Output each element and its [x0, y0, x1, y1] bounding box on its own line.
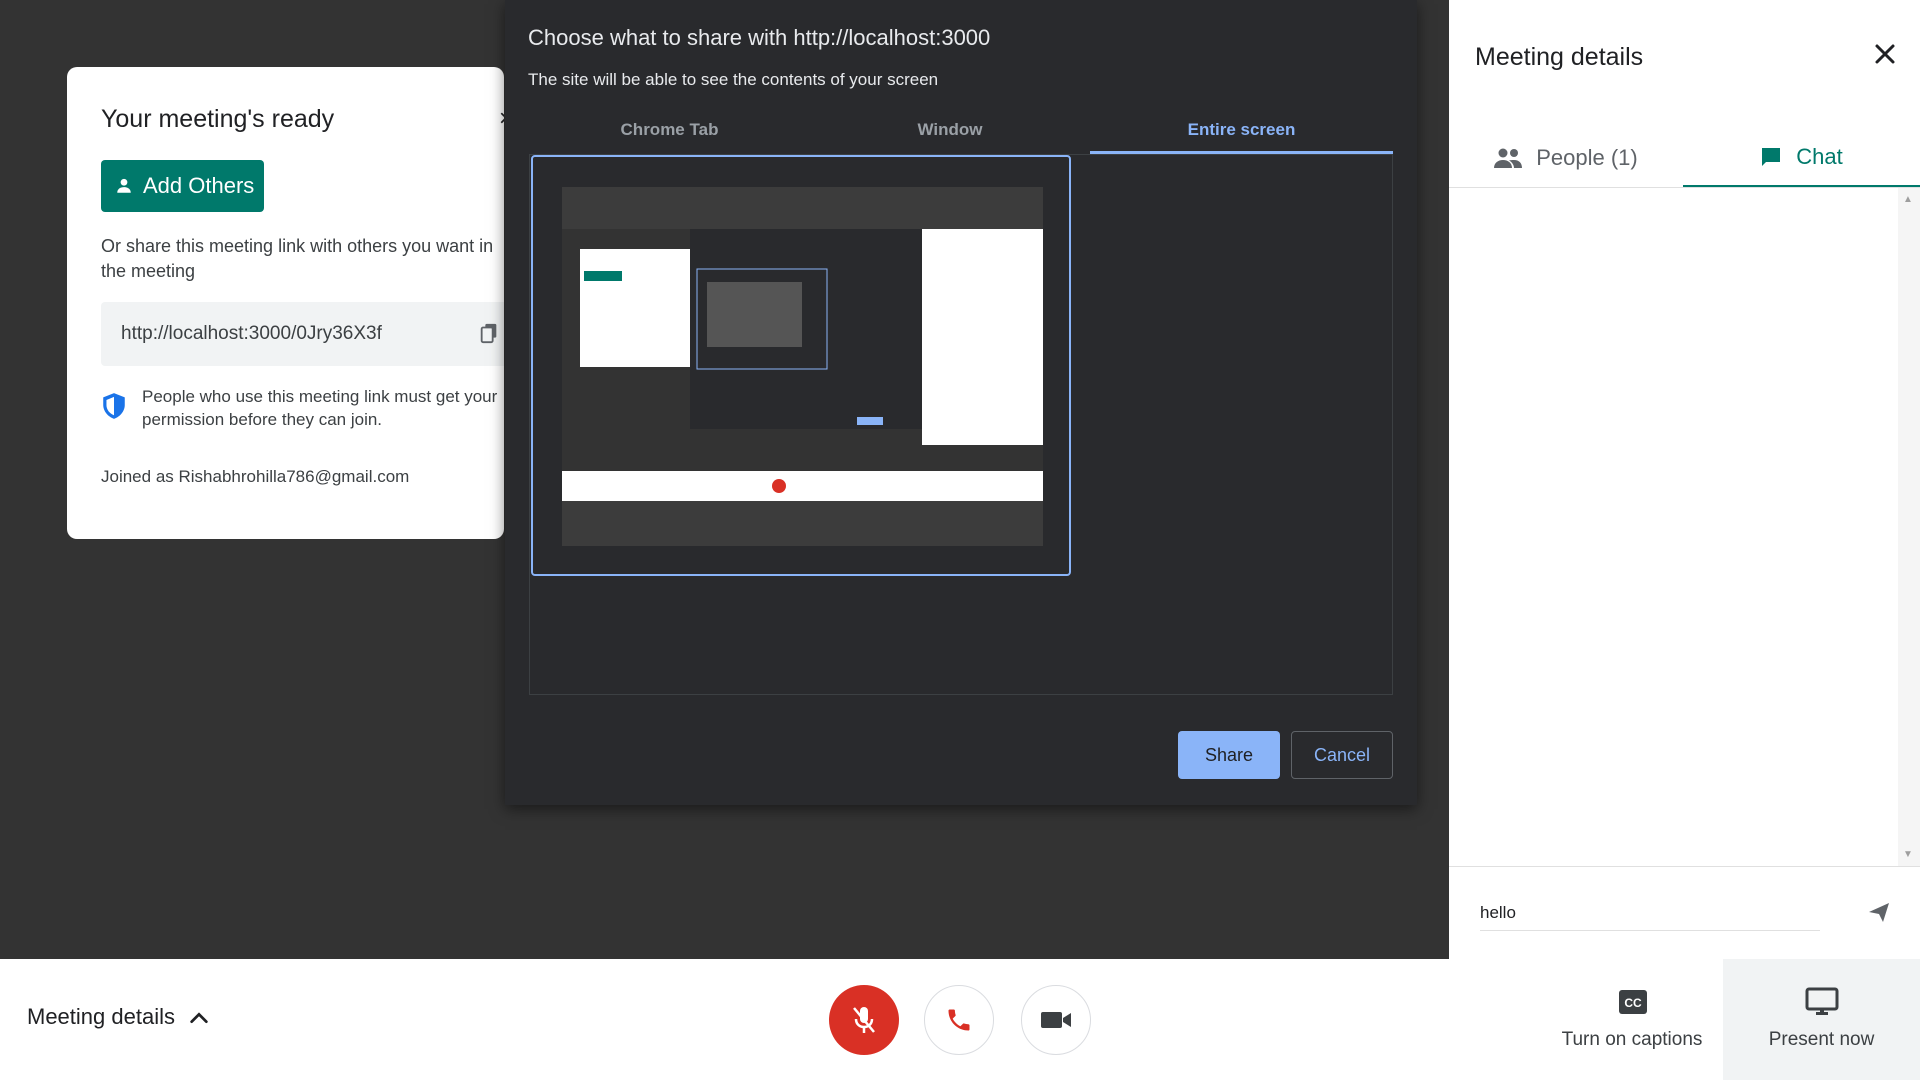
captions-icon-text: CC: [1624, 996, 1642, 1010]
close-icon[interactable]: ×: [499, 105, 504, 133]
bottom-control-bar: Meeting details CC Turn on captions Pres…: [0, 959, 1920, 1080]
send-icon[interactable]: [1867, 900, 1891, 924]
chat-tab-label: Chat: [1796, 143, 1843, 169]
chat-scrollbar[interactable]: ▲ ▼: [1898, 188, 1920, 866]
screen-preview-image: [562, 187, 1043, 546]
video-camera-icon: [1041, 1012, 1071, 1028]
meeting-details-panel: Meeting details People (1) Chat ▲ ▼: [1449, 0, 1920, 959]
tabs-divider: [1449, 187, 1920, 188]
chevron-up-icon[interactable]: [188, 1007, 210, 1029]
meeting-link: http://localhost:3000/0Jry36X3f: [121, 323, 382, 344]
share-source-tabs: Chrome Tab Window Entire screen: [529, 114, 1393, 154]
cancel-button[interactable]: Cancel: [1291, 731, 1393, 779]
captions-button[interactable]: CC Turn on captions: [1542, 959, 1722, 1080]
panel-title: Meeting details: [1475, 43, 1644, 71]
present-now-label: Present now: [1768, 1029, 1875, 1050]
closed-captions-icon: CC: [1619, 990, 1647, 1014]
share-link-instructions: Or share this meeting link with others y…: [101, 236, 494, 281]
close-icon[interactable]: [1873, 42, 1897, 66]
add-others-label: Add Others: [143, 173, 255, 198]
scroll-down-icon[interactable]: ▼: [1903, 849, 1913, 860]
meeting-stage: Your meeting's ready × Add Others Or sha…: [0, 0, 1448, 959]
person-icon: [117, 178, 131, 193]
captions-label: Turn on captions: [1561, 1029, 1703, 1050]
scroll-up-icon[interactable]: ▲: [1903, 194, 1913, 205]
share-screen-dialog: Choose what to share with http://localho…: [505, 0, 1417, 805]
permission-notice: People who use this meeting link must ge…: [142, 387, 498, 429]
present-now-button[interactable]: Present now: [1723, 959, 1920, 1080]
people-tab-label: People (1): [1536, 145, 1638, 170]
camera-toggle-button[interactable]: [1021, 985, 1091, 1055]
tab-chrome-tab[interactable]: Chrome Tab: [529, 114, 810, 154]
dialog-title: Choose what to share with http://localho…: [528, 25, 991, 50]
monitor-icon: [1805, 987, 1839, 1015]
screen-thumbnail[interactable]: [531, 155, 1071, 576]
tab-window[interactable]: Window: [810, 114, 1090, 154]
people-icon: [1494, 148, 1523, 168]
tab-entire-screen[interactable]: Entire screen: [1090, 114, 1393, 154]
hang-up-button[interactable]: [924, 985, 994, 1055]
chat-message-input[interactable]: [1480, 895, 1820, 931]
chat-icon: [1762, 147, 1781, 166]
dialog-subtitle: The site will be able to see the content…: [528, 70, 939, 89]
ready-card-title: Your meeting's ready: [101, 105, 335, 133]
mic-toggle-button[interactable]: [829, 985, 899, 1055]
copy-icon[interactable]: [478, 322, 500, 344]
shield-icon: [103, 393, 125, 419]
joined-as-text: Joined as Rishabhrohilla786@gmail.com: [101, 467, 410, 486]
tab-people[interactable]: People (1): [1449, 128, 1683, 188]
meeting-details-toggle[interactable]: Meeting details: [27, 1004, 175, 1030]
add-others-button[interactable]: Add Others: [101, 160, 264, 212]
mic-off-icon: [853, 1007, 875, 1033]
share-source-list: [529, 154, 1393, 695]
chat-input-divider: [1449, 866, 1920, 867]
meeting-ready-card: Your meeting's ready × Add Others Or sha…: [67, 67, 504, 539]
meeting-link-box: http://localhost:3000/0Jry36X3f: [101, 302, 504, 366]
tab-chat[interactable]: Chat: [1683, 128, 1920, 188]
phone-icon: [948, 1009, 970, 1031]
share-button[interactable]: Share: [1178, 731, 1280, 779]
